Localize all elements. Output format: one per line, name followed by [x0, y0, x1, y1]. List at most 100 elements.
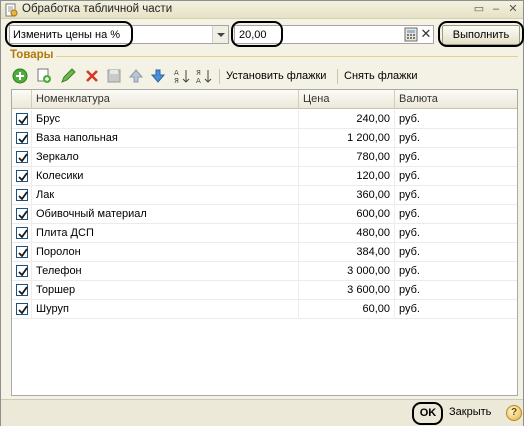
sort-ascending-icon[interactable]: A Я — [173, 67, 191, 85]
footer-bar — [1, 399, 523, 426]
close-button[interactable]: Закрыть — [449, 406, 491, 418]
row-checkbox[interactable] — [16, 170, 28, 182]
move-up-icon[interactable] — [127, 67, 145, 85]
cell-price[interactable]: 60,00 — [299, 300, 395, 319]
row-checkbox-cell — [12, 243, 32, 262]
table-header: Номенклатура Цена Валюта — [12, 90, 517, 109]
clear-icon[interactable]: ✕ — [419, 26, 433, 43]
chevron-down-icon[interactable] — [212, 26, 228, 43]
cell-name[interactable]: Шуруп — [32, 300, 299, 319]
sort-descending-icon[interactable]: Я A — [195, 67, 213, 85]
header-price[interactable]: Цена — [299, 90, 395, 109]
restore-icon[interactable]: ▭ — [471, 2, 487, 17]
cell-currency[interactable]: руб. — [395, 110, 517, 129]
table-row[interactable]: Обивочный материал 600,00 руб. — [12, 205, 517, 224]
table-row[interactable]: Лак 360,00 руб. — [12, 186, 517, 205]
cell-price[interactable]: 3 600,00 — [299, 281, 395, 300]
checkmark-icon — [18, 267, 28, 277]
cell-currency[interactable]: руб. — [395, 281, 517, 300]
help-icon[interactable]: ? — [506, 405, 522, 421]
row-checkbox[interactable] — [16, 208, 28, 220]
row-checkbox-cell — [12, 129, 32, 148]
table-row[interactable]: Брус 240,00 руб. — [12, 110, 517, 129]
cell-currency[interactable]: руб. — [395, 148, 517, 167]
cell-price[interactable]: 600,00 — [299, 205, 395, 224]
row-checkbox[interactable] — [16, 227, 28, 239]
cell-price[interactable]: 240,00 — [299, 110, 395, 129]
cell-name[interactable]: Брус — [32, 110, 299, 129]
cell-price[interactable]: 384,00 — [299, 243, 395, 262]
cell-currency[interactable]: руб. — [395, 243, 517, 262]
save-icon[interactable] — [105, 67, 123, 85]
copy-icon[interactable] — [35, 67, 53, 85]
move-down-icon[interactable] — [149, 67, 167, 85]
clear-flags-button[interactable]: Снять флажки — [344, 70, 417, 82]
calculator-icon[interactable] — [404, 27, 418, 42]
table-row[interactable]: Торшер 3 600,00 руб. — [12, 281, 517, 300]
cell-price[interactable]: 120,00 — [299, 167, 395, 186]
table-row[interactable]: Шуруп 60,00 руб. — [12, 300, 517, 319]
products-table[interactable]: Номенклатура Цена Валюта Брус 240,00 руб. В… — [11, 89, 518, 396]
delete-icon[interactable] — [83, 67, 101, 85]
cell-name[interactable]: Торшер — [32, 281, 299, 300]
cell-name[interactable]: Поролон — [32, 243, 299, 262]
add-icon[interactable] — [11, 67, 29, 85]
row-checkbox[interactable] — [16, 265, 28, 277]
table-toolbar: A Я Я A Установить флажки Снять флажки — [11, 67, 517, 87]
cell-name[interactable]: Лак — [32, 186, 299, 205]
row-checkbox[interactable] — [16, 189, 28, 201]
cell-name[interactable]: Плита ДСП — [32, 224, 299, 243]
cell-currency[interactable]: руб. — [395, 186, 517, 205]
row-checkbox[interactable] — [16, 113, 28, 125]
row-checkbox-cell — [12, 148, 32, 167]
cell-currency[interactable]: руб. — [395, 224, 517, 243]
minimize-icon[interactable]: – — [488, 2, 504, 17]
row-checkbox[interactable] — [16, 151, 28, 163]
cell-currency[interactable]: руб. — [395, 300, 517, 319]
cell-currency[interactable]: руб. — [395, 129, 517, 148]
set-flags-button[interactable]: Установить флажки — [226, 70, 326, 82]
table-row[interactable]: Зеркало 780,00 руб. — [12, 148, 517, 167]
row-checkbox[interactable] — [16, 246, 28, 258]
document-icon — [5, 3, 18, 17]
header-name[interactable]: Номенклатура — [32, 90, 299, 109]
checkmark-icon — [18, 286, 28, 296]
cell-price[interactable]: 480,00 — [299, 224, 395, 243]
group-divider — [56, 56, 518, 57]
cell-name[interactable]: Ваза напольная — [32, 129, 299, 148]
checkmark-icon — [18, 229, 28, 239]
table-row[interactable]: Поролон 384,00 руб. — [12, 243, 517, 262]
cell-name[interactable]: Телефон — [32, 262, 299, 281]
checkmark-icon — [18, 305, 28, 315]
header-checkbox-column — [12, 90, 32, 109]
checkmark-icon — [18, 248, 28, 258]
cell-currency[interactable]: руб. — [395, 167, 517, 186]
cell-price[interactable]: 1 200,00 — [299, 129, 395, 148]
ok-button[interactable]: OK — [415, 404, 441, 422]
cell-name[interactable]: Зеркало — [32, 148, 299, 167]
cell-currency[interactable]: руб. — [395, 205, 517, 224]
row-checkbox[interactable] — [16, 284, 28, 296]
table-row[interactable]: Телефон 3 000,00 руб. — [12, 262, 517, 281]
cell-price[interactable]: 780,00 — [299, 148, 395, 167]
cell-currency[interactable]: руб. — [395, 262, 517, 281]
checkmark-icon — [18, 153, 28, 163]
row-checkbox[interactable] — [16, 132, 28, 144]
table-row[interactable]: Ваза напольная 1 200,00 руб. — [12, 129, 517, 148]
toolbar-separator — [219, 69, 220, 84]
execute-button[interactable]: Выполнить — [442, 25, 520, 45]
action-select[interactable]: Изменить цены на % — [9, 25, 229, 44]
table-row[interactable]: Колесики 120,00 руб. — [12, 167, 517, 186]
cell-name[interactable]: Колесики — [32, 167, 299, 186]
edit-icon[interactable] — [59, 67, 77, 85]
table-row[interactable]: Плита ДСП 480,00 руб. — [12, 224, 517, 243]
close-icon[interactable]: ✕ — [505, 2, 521, 17]
cell-price[interactable]: 3 000,00 — [299, 262, 395, 281]
header-currency[interactable]: Валюта — [395, 90, 517, 109]
row-checkbox[interactable] — [16, 303, 28, 315]
cell-price[interactable]: 360,00 — [299, 186, 395, 205]
cell-name[interactable]: Обивочный материал — [32, 205, 299, 224]
row-checkbox-cell — [12, 205, 32, 224]
checkmark-icon — [18, 115, 28, 125]
checkmark-icon — [18, 172, 28, 182]
